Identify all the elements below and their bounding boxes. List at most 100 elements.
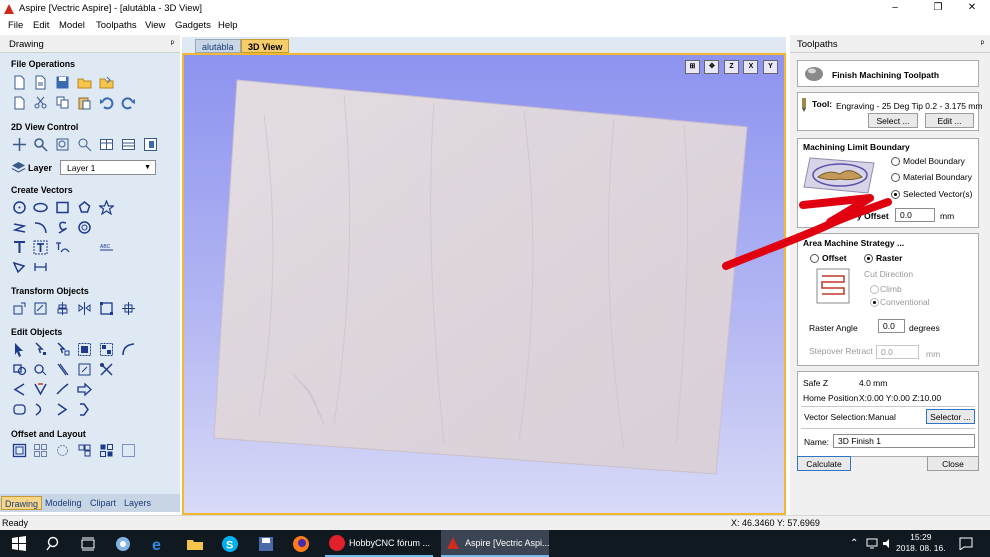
maximize-button[interactable]: ❐ [923, 2, 953, 13]
boundary-offset-input[interactable]: 0.0 [895, 208, 935, 222]
firefox-icon[interactable] [292, 535, 310, 553]
toolpath-name-input[interactable]: 3D Finish 1 [833, 434, 975, 448]
selector-button[interactable]: Selector ... [926, 409, 975, 424]
windows-start-icon[interactable] [10, 535, 28, 553]
pin-icon[interactable]: ᵖ [981, 38, 984, 48]
menu-gadgets[interactable]: Gadgets [175, 20, 211, 31]
center-align-icon[interactable] [55, 301, 70, 316]
menu-file[interactable]: File [8, 20, 23, 31]
view-x-icon[interactable]: X [743, 60, 759, 74]
align-icon[interactable] [33, 301, 48, 316]
arrow-right-icon[interactable] [77, 382, 92, 397]
zoom-icon[interactable] [33, 137, 48, 152]
search-icon[interactable] [45, 535, 63, 553]
view-layout-icon[interactable] [99, 137, 114, 152]
pin-icon[interactable]: ᵖ [171, 38, 174, 48]
copy-icon[interactable] [55, 95, 70, 110]
menu-toolpaths[interactable]: Toolpaths [96, 20, 137, 31]
new-file-icon[interactable] [12, 75, 27, 90]
view-iso-icon[interactable]: ✥ [704, 60, 720, 74]
smooth-icon[interactable] [33, 402, 48, 417]
climb-radio[interactable] [870, 285, 879, 294]
scissors-icon[interactable] [33, 95, 48, 110]
close-button[interactable]: ✕ [957, 2, 987, 13]
grid-array-icon[interactable] [99, 443, 114, 458]
select-pointer-icon[interactable] [12, 342, 27, 357]
view-z-icon[interactable]: Z [723, 60, 739, 74]
layer-select[interactable]: Layer 1 ▼ [60, 160, 156, 175]
dimension-text-icon[interactable]: ABC [99, 240, 114, 255]
move-icon[interactable] [12, 301, 27, 316]
save-disk-icon[interactable] [257, 535, 275, 553]
dotted-grid-icon[interactable] [121, 443, 136, 458]
menu-model[interactable]: Model [59, 20, 85, 31]
polyline-tool-icon[interactable] [12, 220, 27, 235]
file-explorer-icon[interactable] [186, 535, 204, 553]
taskbar-aspire[interactable]: Aspire [Vectric Aspi... [441, 530, 549, 557]
menu-help[interactable]: Help [218, 20, 238, 31]
save-icon[interactable] [55, 75, 70, 90]
paste-icon[interactable] [77, 95, 92, 110]
close-toolpath-button[interactable]: Close [927, 456, 979, 471]
tabs-icon[interactable] [12, 402, 27, 417]
tray-chevron-up-icon[interactable]: ⌃ [850, 538, 858, 549]
skype-icon[interactable]: S [221, 535, 239, 553]
scale-icon[interactable] [99, 301, 114, 316]
calculate-button[interactable]: Calculate [797, 456, 851, 471]
tab-clipart[interactable]: Clipart [87, 496, 119, 510]
group-icon[interactable] [77, 342, 92, 357]
bracket-icon[interactable] [77, 402, 92, 417]
text-tool-icon[interactable] [12, 240, 27, 255]
view-fit-icon[interactable]: ⊞ [684, 60, 700, 74]
pan-icon[interactable] [12, 137, 27, 152]
stepover-retract-input[interactable]: 0.0 [876, 345, 919, 359]
tab-drawing[interactable]: Drawing [1, 496, 43, 510]
volume-icon[interactable] [882, 538, 894, 549]
view-page-icon[interactable] [143, 137, 158, 152]
array-copy-icon[interactable] [33, 443, 48, 458]
curve-fit-icon[interactable] [12, 382, 27, 397]
task-view-icon[interactable] [79, 535, 97, 553]
open-folder-icon[interactable] [77, 75, 92, 90]
scissors-edit-icon[interactable] [99, 362, 114, 377]
subtract-icon[interactable] [33, 362, 48, 377]
minimize-button[interactable]: – [880, 2, 910, 13]
action-center-icon[interactable] [959, 537, 973, 550]
conventional-radio[interactable] [870, 298, 879, 307]
circle-tool-icon[interactable] [12, 200, 27, 215]
fillet-icon[interactable] [121, 342, 136, 357]
distort-icon[interactable] [121, 301, 136, 316]
taskbar-clock[interactable]: 15:29 2018. 08. 16. [896, 532, 946, 554]
3d-view-canvas[interactable]: ⊞ ✥ Z X Y [182, 53, 786, 515]
extend-icon[interactable] [55, 382, 70, 397]
tab-2d-view[interactable]: alutábla [195, 39, 241, 53]
circular-array-icon[interactable] [55, 443, 70, 458]
zoom-extents-icon[interactable] [77, 137, 92, 152]
close-vectors-icon[interactable] [33, 382, 48, 397]
polygon-tool-icon[interactable] [77, 200, 92, 215]
spiral-tool-icon[interactable] [77, 220, 92, 235]
trim-icon[interactable] [55, 362, 70, 377]
import-folder-icon[interactable] [99, 75, 114, 90]
join-icon[interactable] [77, 362, 92, 377]
auto-layout-text-icon[interactable] [33, 240, 48, 255]
new-file-template-icon[interactable] [33, 75, 48, 90]
view-y-icon[interactable]: Y [763, 60, 778, 74]
zoom-box-icon[interactable] [55, 137, 70, 152]
ungroup-icon[interactable] [99, 342, 114, 357]
redo-icon[interactable] [121, 95, 136, 110]
rectangle-tool-icon[interactable] [55, 200, 70, 215]
menu-view[interactable]: View [145, 20, 165, 31]
undo-icon[interactable] [99, 95, 114, 110]
network-icon[interactable] [866, 538, 878, 549]
transform-select-icon[interactable] [55, 342, 70, 357]
cut-icon[interactable] [12, 95, 27, 110]
weld-icon[interactable] [12, 362, 27, 377]
nesting-icon[interactable] [77, 443, 92, 458]
ellipse-tool-icon[interactable] [33, 200, 48, 215]
draw-tool-icon[interactable] [12, 260, 27, 275]
node-edit-icon[interactable] [33, 342, 48, 357]
raster-angle-input[interactable]: 0.0 [878, 319, 905, 333]
tab-modeling[interactable]: Modeling [42, 496, 85, 510]
curve-tool-icon[interactable] [55, 220, 70, 235]
